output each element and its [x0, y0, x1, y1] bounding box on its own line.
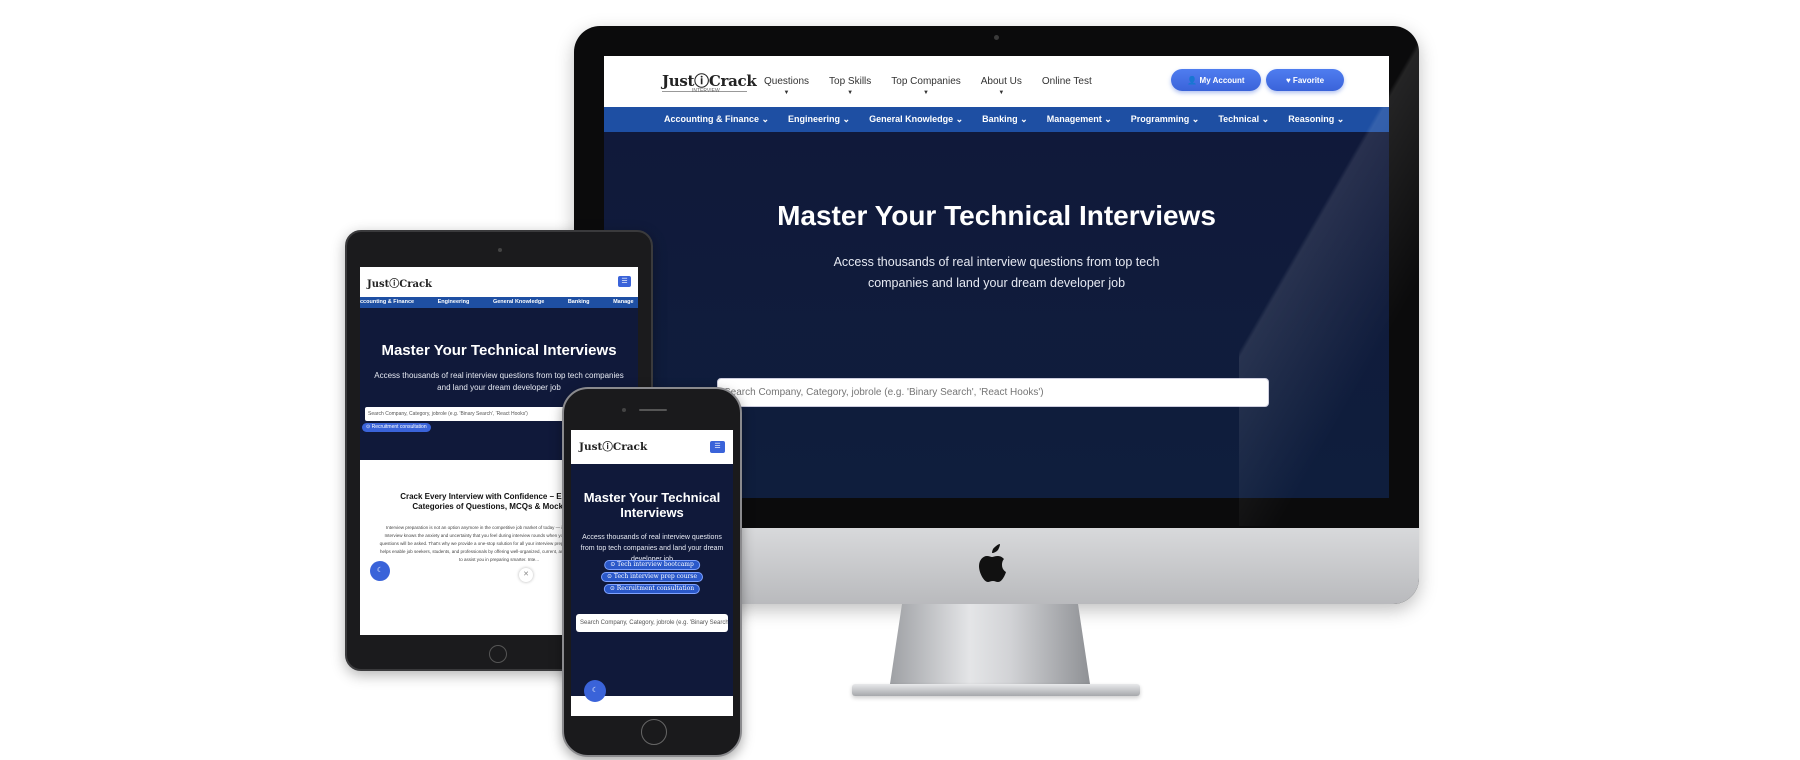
tablet-camera: [498, 248, 502, 252]
chip-tech-interview-prep-course[interactable]: ⊙ Tech interview prep course: [600, 572, 704, 582]
apple-logo-icon: [974, 544, 1008, 592]
hero-title: Master Your Technical Interviews: [777, 200, 1216, 231]
close-icon[interactable]: ✕: [519, 568, 533, 582]
caret-down-icon: ▼: [923, 90, 929, 96]
category-reasoning[interactable]: Reasoning ⌄: [1288, 114, 1344, 125]
caret-down-icon: ▼: [998, 90, 1005, 96]
nav-item-top-skills[interactable]: Top Skills ▼: [829, 76, 871, 96]
phone-device: JustⓘCrack ☰ Master Your Technical Inter…: [562, 387, 742, 757]
phone-screen: JustⓘCrack ☰ Master Your Technical Inter…: [571, 430, 733, 716]
tablet-hero-title: Master Your Technical Interviews: [381, 342, 617, 359]
monitor-camera: [994, 35, 999, 40]
nav-item-online-test[interactable]: Online Test: [1042, 76, 1092, 87]
my-account-button[interactable]: 👤 My Account: [1171, 69, 1261, 91]
phone-home-button: [641, 719, 667, 745]
phone-speaker: [639, 409, 667, 411]
tablet-category-item[interactable]: Engineering: [438, 299, 470, 305]
site-header: JustⓘCrack INTERVIEW Questions ▼ Top Skil…: [604, 56, 1389, 107]
phone-site-header: JustⓘCrack ☰: [571, 430, 733, 464]
category-bar: Accounting & Finance ⌄ Engineering ⌄ Gen…: [604, 107, 1389, 132]
tablet-category-item[interactable]: General Knowledge: [493, 299, 544, 305]
monitor-stand: [890, 604, 1090, 684]
nav-item-top-companies[interactable]: Top Companies ▼: [891, 76, 960, 96]
tablet-home-button: [489, 645, 507, 663]
hero-subtitle: Access thousands of real interview quest…: [833, 255, 1160, 290]
category-engineering[interactable]: Engineering ⌄: [788, 114, 850, 125]
tablet-site-logo[interactable]: JustⓘCrack: [367, 275, 432, 290]
tablet-recruitment-chip[interactable]: ⊙ Recruitment consultation: [362, 423, 431, 432]
tablet-site-header: JustⓘCrack ☰: [360, 267, 638, 297]
tablet-category-item[interactable]: Banking: [568, 299, 590, 305]
device-mockup-stage: JustⓘCrack INTERVIEW Questions ▼ Top Skil…: [0, 0, 1800, 760]
phone-site-logo[interactable]: JustⓘCrack: [579, 439, 647, 454]
category-banking[interactable]: Banking ⌄: [982, 114, 1028, 125]
tablet-category-bar: ccounting & Finance Engineering General …: [360, 297, 638, 308]
category-technical[interactable]: Technical ⌄: [1218, 114, 1269, 125]
favorite-button[interactable]: ♥ Favorite: [1266, 69, 1344, 91]
monitor-stand-base: [852, 684, 1140, 696]
tablet-category-item[interactable]: ccounting & Finance: [360, 299, 414, 305]
caret-down-icon: ▼: [847, 90, 854, 96]
phone-search-input[interactable]: Search Company, Category, jobrole (e.g. …: [576, 614, 728, 632]
chip-tech-interview-bootcamp[interactable]: ⊙ Tech interview bootcamp: [604, 560, 700, 570]
logo-subtitle: INTERVIEW: [692, 88, 720, 94]
moon-icon[interactable]: ☾: [584, 680, 606, 702]
main-nav: Questions ▼ Top Skills ▼ Top Companies ▼ Ab…: [764, 76, 1092, 96]
category-general-knowledge[interactable]: General Knowledge ⌄: [869, 114, 963, 125]
phone-hero-title: Master Your Technical Interviews: [583, 490, 721, 520]
caret-down-icon: ▼: [783, 90, 790, 96]
nav-item-about-us[interactable]: About Us ▼: [981, 76, 1022, 96]
phone-hero-section: Master Your Technical Interviews Access …: [571, 464, 733, 702]
hamburger-menu-icon[interactable]: ☰: [618, 276, 631, 287]
tablet-category-item[interactable]: Manage: [613, 299, 633, 305]
category-programming[interactable]: Programming ⌄: [1131, 114, 1200, 125]
hero-search-input[interactable]: [717, 378, 1269, 407]
phone-camera: [622, 408, 626, 412]
chip-recruitment-consultation[interactable]: ⊙ Recruitment consultation: [603, 584, 701, 594]
category-accounting-finance[interactable]: Accounting & Finance ⌄: [664, 114, 769, 125]
nav-item-questions[interactable]: Questions ▼: [764, 76, 809, 96]
category-management[interactable]: Management ⌄: [1047, 114, 1112, 125]
moon-icon[interactable]: ☾: [370, 561, 390, 581]
hamburger-menu-icon[interactable]: ☰: [710, 441, 725, 453]
